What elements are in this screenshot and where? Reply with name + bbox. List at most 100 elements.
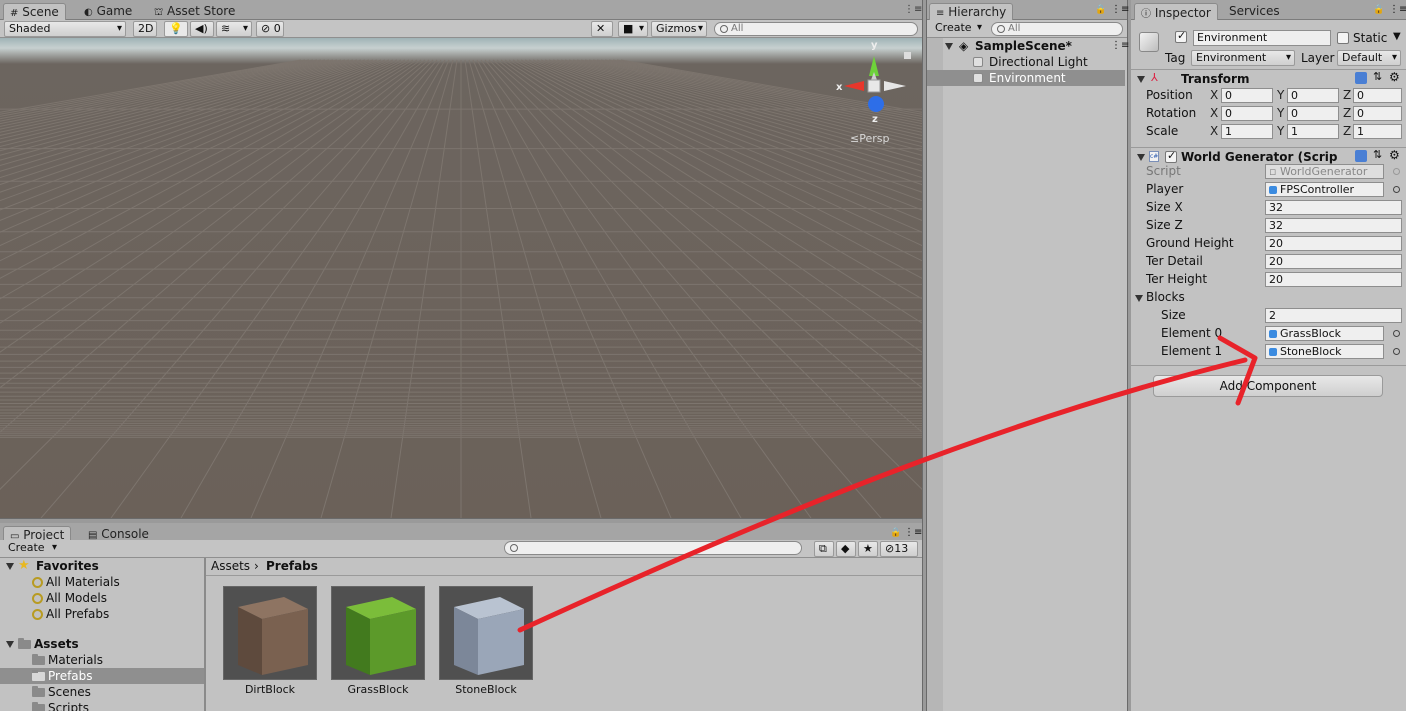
help-icon[interactable] [1355, 150, 1367, 162]
position-z-field[interactable]: 0 [1353, 88, 1402, 103]
scene-root-row[interactable]: ◈ SampleScene* ⋮≡ [927, 38, 1129, 54]
preset-icon[interactable]: ⇅ [1373, 70, 1382, 83]
hidden-packages-toggle[interactable]: ⊘13 [880, 541, 918, 557]
panel-menu-icon[interactable]: ⋮≡ [904, 4, 922, 15]
add-component-button[interactable]: Add Component [1153, 375, 1383, 397]
gizmos-dropdown[interactable]: Gizmos [651, 21, 707, 37]
scale-z-field[interactable]: 1 [1353, 124, 1402, 139]
lock-icon[interactable]: 🔒 [1095, 5, 1106, 15]
world-generator-foldout-arrow[interactable] [1137, 154, 1145, 161]
transform-foldout-arrow[interactable] [1137, 76, 1145, 83]
rotation-x-field[interactable]: 0 [1221, 106, 1273, 121]
lighting-toggle[interactable]: 💡 [164, 21, 188, 37]
favorite-item-all-materials[interactable]: All Materials [0, 574, 204, 590]
scale-x-field[interactable]: 1 [1221, 124, 1273, 139]
favorites-foldout-arrow[interactable] [6, 563, 14, 570]
ground-height-field[interactable]: 20 [1265, 236, 1402, 251]
search-by-type-button[interactable]: ⧉ [814, 541, 834, 557]
player-picker-icon[interactable] [1393, 186, 1400, 193]
scene-grid [0, 59, 922, 518]
position-x-field[interactable]: 0 [1221, 88, 1273, 103]
element0-picker-icon[interactable] [1393, 330, 1400, 337]
preset-icon[interactable]: ⇅ [1373, 148, 1382, 161]
component-gear-icon[interactable]: ⚙ [1389, 148, 1400, 162]
breadcrumb-assets[interactable]: Assets [211, 558, 250, 574]
grassblock-thumbnail[interactable] [331, 586, 425, 680]
dirtblock-thumbnail[interactable] [223, 586, 317, 680]
hidden-objects-toggle[interactable]: ⊘ 0 [256, 21, 284, 37]
object-name-field[interactable]: Environment [1193, 30, 1331, 46]
grid-line [110, 59, 442, 518]
audio-toggle[interactable]: ◀) [190, 21, 214, 37]
breadcrumb-prefabs[interactable]: Prefabs [266, 558, 318, 574]
tag-dropdown[interactable]: Environment [1191, 50, 1295, 66]
help-icon[interactable] [1355, 72, 1367, 84]
assets-foldout-arrow[interactable] [6, 641, 14, 648]
transform-header[interactable]: ⅄ Transform ⇅ ⚙ [1131, 69, 1406, 87]
world-generator-enabled-checkbox[interactable] [1165, 149, 1177, 163]
layer-dropdown[interactable]: Default [1337, 50, 1401, 66]
hierarchy-menu-icon[interactable]: ⋮≡ [1111, 4, 1129, 15]
mode-2d-button[interactable]: 2D [133, 21, 157, 37]
gizmo-lock-icon[interactable] [904, 52, 911, 59]
scene-foldout-arrow[interactable] [945, 43, 953, 50]
hierarchy-item-directional-light[interactable]: Directional Light [927, 54, 1125, 70]
static-checkbox[interactable] [1337, 32, 1349, 44]
project-lock-icon[interactable]: 🔒 [890, 528, 901, 538]
scene-menu-icon[interactable]: ⋮≡ [1111, 38, 1129, 54]
blocks-size-field[interactable]: 2 [1265, 308, 1402, 323]
tab-services[interactable]: Services [1223, 3, 1286, 20]
hierarchy-item-environment[interactable]: Environment [927, 70, 1125, 86]
folder-item-prefabs[interactable]: Prefabs [0, 668, 204, 684]
folder-item-scenes[interactable]: Scenes [0, 684, 204, 700]
projection-label[interactable]: ≤Persp [850, 132, 889, 145]
folder-item-materials[interactable]: Materials [0, 652, 204, 668]
favorites-label: Favorites [36, 559, 99, 573]
stoneblock-thumbnail[interactable] [439, 586, 533, 680]
scale-y-field[interactable]: 1 [1287, 124, 1339, 139]
component-gear-icon[interactable]: ⚙ [1389, 70, 1400, 84]
project-create-dropdown[interactable]: Create [4, 541, 60, 557]
tab-scene[interactable]: # Scene [3, 3, 66, 20]
size-x-field[interactable]: 32 [1265, 200, 1402, 215]
tab-game[interactable]: ◐ Game [78, 3, 138, 20]
effects-dropdown[interactable]: ≋ [216, 21, 252, 37]
assets-row[interactable]: Assets [0, 636, 204, 652]
tab-asset-store[interactable]: ⛫ Asset Store [148, 3, 241, 20]
rotation-z-field[interactable]: 0 [1353, 106, 1402, 121]
hierarchy-search-input[interactable]: All [991, 22, 1123, 36]
orientation-gizmo[interactable]: y x z [836, 40, 912, 134]
favorites-button[interactable]: ★ [858, 541, 878, 557]
player-field[interactable]: FPSController [1265, 182, 1384, 197]
folder-item-scripts[interactable]: Scripts [0, 700, 204, 711]
static-dropdown-arrow[interactable]: ▼ [1393, 31, 1401, 42]
scene-viewport[interactable]: y x z ≤Persp [0, 38, 922, 518]
tab-inspector[interactable]: ⓘ Inspector [1134, 3, 1218, 20]
hierarchy-create-dropdown[interactable]: Create [931, 21, 985, 37]
rotation-y-field[interactable]: 0 [1287, 106, 1339, 121]
inspector-menu-icon[interactable]: ⋮≡ [1389, 4, 1406, 15]
element1-field[interactable]: StoneBlock [1265, 344, 1384, 359]
blocks-label[interactable]: Blocks [1146, 290, 1185, 304]
scene-search-input[interactable]: All [714, 22, 918, 36]
size-z-field[interactable]: 32 [1265, 218, 1402, 233]
shading-dropdown[interactable]: Shaded [4, 21, 126, 37]
favorites-row[interactable]: ★ Favorites [0, 558, 204, 574]
tab-hierarchy[interactable]: ≡ Hierarchy [929, 3, 1014, 20]
camera-dropdown[interactable]: ■ [618, 21, 648, 37]
project-search-input[interactable] [504, 541, 802, 555]
inspector-lock-icon[interactable]: 🔒 [1373, 5, 1384, 15]
world-generator-header[interactable]: c# World Generator (Scrip ⇅ ⚙ [1131, 147, 1406, 165]
project-menu-icon[interactable]: ⋮≡ [904, 527, 922, 538]
ter-detail-field[interactable]: 20 [1265, 254, 1402, 269]
position-y-field[interactable]: 0 [1287, 88, 1339, 103]
element0-field[interactable]: GrassBlock [1265, 326, 1384, 341]
favorite-item-all-models[interactable]: All Models [0, 590, 204, 606]
ter-height-field[interactable]: 20 [1265, 272, 1402, 287]
search-by-label-button[interactable]: ◆ [836, 541, 856, 557]
element1-picker-icon[interactable] [1393, 348, 1400, 355]
tools-button[interactable]: ✕ [591, 21, 613, 37]
blocks-foldout-arrow[interactable] [1135, 295, 1143, 302]
active-checkbox[interactable] [1175, 29, 1187, 43]
favorite-item-all-prefabs[interactable]: All Prefabs [0, 606, 204, 622]
